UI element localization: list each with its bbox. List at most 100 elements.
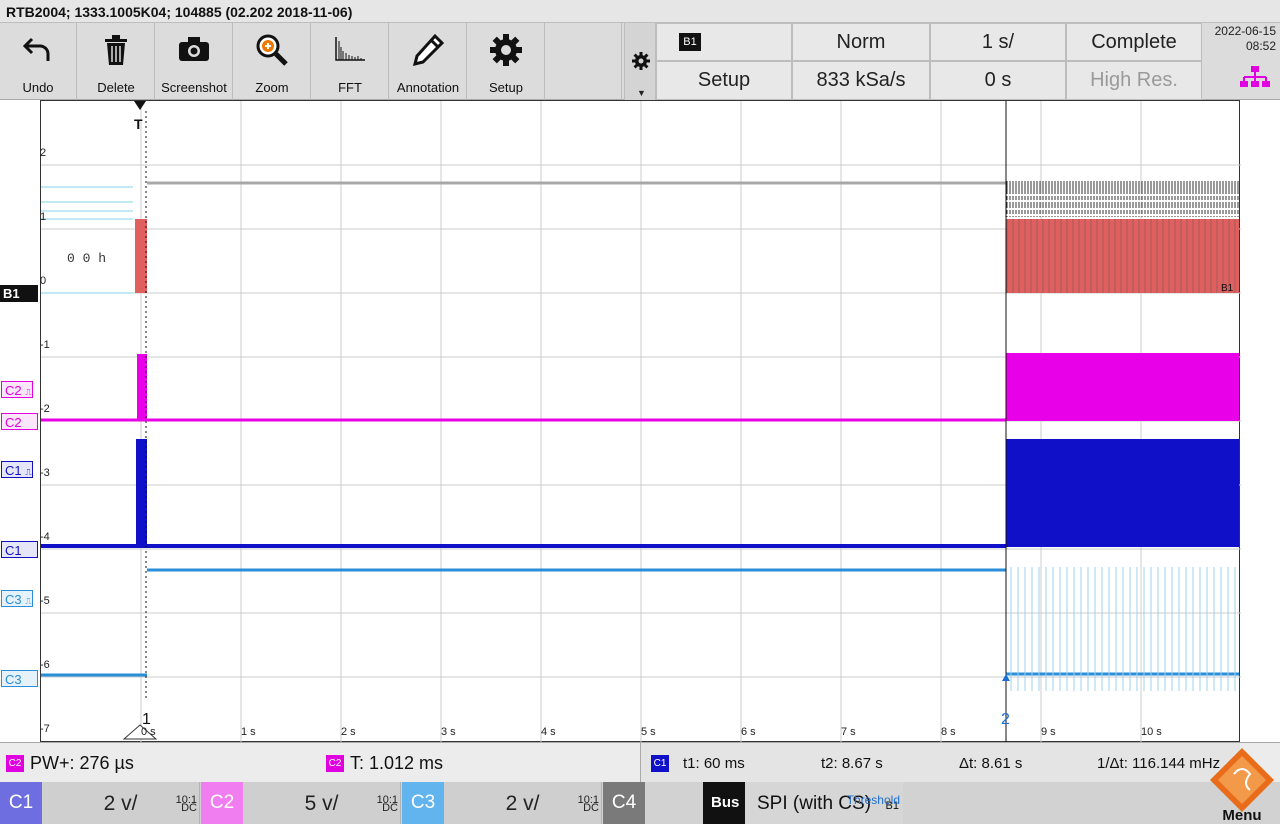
trigger-mode[interactable]: Norm	[792, 23, 930, 61]
c3-probe: 10:1	[577, 794, 599, 806]
c1-trigger-level-marker[interactable]: C1 ⎍	[1, 461, 33, 478]
c2-trigger-level-marker[interactable]: C2 ⎍	[1, 381, 33, 398]
c2-vdiv: 5 v/	[304, 792, 339, 815]
screenshot-label: Screenshot	[161, 80, 227, 95]
c3-vdiv: 2 v/	[505, 792, 540, 815]
c2-offset-marker[interactable]: C2	[1, 413, 38, 430]
high-res-mode[interactable]: High Res.	[1066, 61, 1202, 100]
fft-icon	[335, 37, 365, 61]
y-tick-label: 1	[40, 211, 47, 223]
channel-c1[interactable]: C1 2 v/DC 10:1	[0, 782, 200, 824]
time-scale[interactable]: 1 s/	[930, 23, 1066, 61]
trigger-label: T	[134, 116, 143, 132]
c3-scale[interactable]: 2 v/DC 10:1	[444, 782, 602, 824]
c1-burst-end	[1006, 439, 1239, 547]
y-tick-label: 2	[40, 147, 47, 159]
y-tick-label: -5	[40, 595, 50, 607]
measurement-bar: C2 PW+: 276 µs C2 T: 1.012 ms C1 t1: 60 …	[0, 742, 1280, 783]
c1-button[interactable]: C1	[0, 782, 42, 824]
setup-label: Setup	[489, 80, 523, 95]
c1-offset-marker[interactable]: C1	[1, 541, 38, 558]
channel-c3[interactable]: C3 2 v/DC 10:1	[402, 782, 602, 824]
trash-icon	[105, 35, 127, 65]
x-tick-label: 0 s	[141, 726, 156, 738]
undo-icon	[22, 37, 50, 61]
horizontal-position[interactable]: 0 s	[930, 61, 1066, 100]
x-tick-label: 9 s	[1041, 726, 1056, 738]
bus-value-label: 0 0 h	[67, 251, 106, 266]
m1-source-tag: C2	[6, 755, 24, 772]
window-title: RTB2004; 1333.1005K04; 104885 (02.202 20…	[0, 0, 1280, 23]
x-tick-label: 7 s	[841, 726, 856, 738]
acquisition-status[interactable]: Complete	[1066, 23, 1202, 61]
undo-button[interactable]: Undo	[0, 23, 77, 100]
delete-button[interactable]: Delete	[78, 23, 155, 100]
bus-label: Bus	[711, 794, 740, 811]
annotation-button[interactable]: Annotation	[390, 23, 467, 100]
measurement-period[interactable]: T: 1.012 ms	[350, 753, 443, 774]
cursor-t1: t1: 60 ms	[683, 755, 745, 772]
trigger-setup-button[interactable]: Setup	[656, 61, 792, 100]
channel-c4[interactable]: C4	[603, 782, 703, 824]
c3-level-label: C3	[5, 592, 22, 607]
c3-offset-marker[interactable]: C3	[1, 670, 38, 687]
y-tick-label: -6	[40, 659, 50, 671]
trigger-source-tag: B1	[679, 33, 701, 51]
c3-button[interactable]: C3	[402, 782, 444, 824]
rs-logo-icon	[1210, 748, 1274, 812]
c2-scale[interactable]: 5 v/DC 10:1	[243, 782, 401, 824]
zoom-icon	[256, 34, 288, 66]
gear-icon	[490, 34, 522, 66]
y-tick-label: -1	[40, 339, 50, 351]
sample-rate[interactable]: 833 kSa/s	[792, 61, 930, 100]
y-tick-label: -3	[40, 467, 50, 479]
undo-label: Undo	[22, 80, 54, 95]
annotation-label: Annotation	[396, 80, 460, 95]
waveform-display[interactable]: 0 0 h B1 T 1 2	[40, 100, 1241, 743]
c1-scale[interactable]: 2 v/DC 10:1	[42, 782, 200, 824]
cursor-readout[interactable]: C1 t1: 60 ms t2: 8.67 s Δt: 8.61 s 1/Δt:…	[640, 743, 1240, 783]
chevron-down-icon: ▼	[637, 88, 646, 98]
zoom-label: Zoom	[255, 80, 289, 95]
x-tick-label: 10 s	[1141, 726, 1162, 738]
c1-level-label: C1	[5, 463, 22, 478]
bus-b1-marker[interactable]: B1	[0, 285, 38, 302]
c2-burst-end	[1006, 353, 1239, 421]
c3-trigger-level-marker[interactable]: C3 ⎍	[1, 590, 33, 607]
network-icon[interactable]	[1240, 65, 1270, 89]
c4-button[interactable]: C4	[603, 782, 645, 824]
y-tick-label: -2	[40, 403, 50, 415]
x-tick-label: 6 s	[741, 726, 756, 738]
camera-icon	[179, 37, 209, 61]
cursor-2-label: 2	[1001, 711, 1010, 728]
waveform-canvas: 0 0 h B1 T 1 2	[41, 101, 1241, 743]
toolbar-empty-slot[interactable]	[546, 23, 622, 100]
zoom-button[interactable]: Zoom	[234, 23, 311, 100]
c2-button[interactable]: C2	[201, 782, 243, 824]
bus-protocol[interactable]: SPI (with CS) B1 Threshold	[745, 782, 903, 824]
measurement-pulse-width[interactable]: PW+: 276 µs	[30, 753, 134, 774]
cursor-source-tag: C1	[651, 755, 669, 772]
trigger-source-cell[interactable]	[656, 23, 792, 61]
x-tick-label: 3 s	[441, 726, 456, 738]
c1-vdiv: 2 v/	[103, 792, 138, 815]
c1-pulse-start	[136, 439, 147, 546]
cursor-inverse-delta-t: 1/Δt: 116.144 mHz	[1097, 755, 1221, 772]
main-menu-button[interactable]: Menu	[1204, 742, 1280, 824]
bus-b1[interactable]: Bus SPI (with CS) B1 Threshold	[703, 782, 903, 824]
screenshot-button[interactable]: Screenshot	[156, 23, 233, 100]
x-tick-label: 1 s	[241, 726, 256, 738]
setup-button[interactable]: Setup	[468, 23, 545, 100]
fft-button[interactable]: FFT	[312, 23, 389, 100]
channel-c2[interactable]: C2 5 v/DC 10:1	[201, 782, 401, 824]
settings-dropdown-button[interactable]: ▼	[624, 23, 656, 100]
x-tick-label: 5 s	[641, 726, 656, 738]
y-tick-label: 0	[40, 275, 47, 287]
fft-label: FFT	[338, 80, 362, 95]
x-tick-label: 8 s	[941, 726, 956, 738]
date: 2022-06-15	[1214, 24, 1276, 38]
pencil-icon	[412, 33, 445, 67]
cursor-delta-t: Δt: 8.61 s	[959, 755, 1023, 772]
cursor-t2: t2: 8.67 s	[821, 755, 883, 772]
small-gear-icon	[632, 52, 650, 70]
